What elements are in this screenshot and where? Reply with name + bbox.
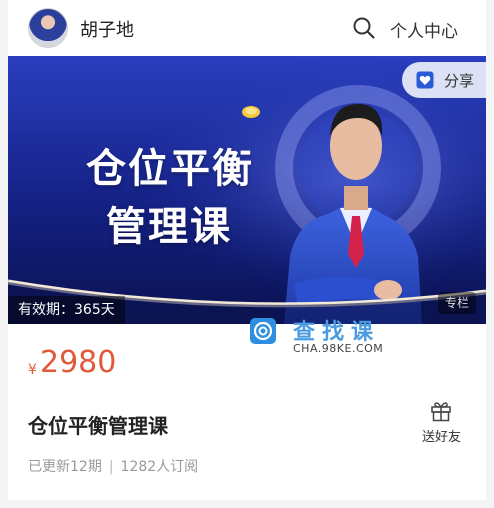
course-card: 胡子地 个人中心 仓位平衡 管理课 分享 有效期：365天 专栏 查找课 CHA… xyxy=(8,0,486,500)
course-stats: 已更新12期 | 1282人订阅 xyxy=(28,456,198,476)
subscriber-count: 1282人订阅 xyxy=(120,459,199,475)
search-icon[interactable] xyxy=(352,16,376,40)
top-bar: 胡子地 个人中心 xyxy=(8,0,486,56)
column-tag: 专栏 xyxy=(437,292,476,314)
course-title: 仓位平衡管理课 xyxy=(28,414,168,438)
banner-title-line2: 管理课 xyxy=(106,204,232,250)
gift-icon xyxy=(431,402,451,422)
gift-label: 送好友 xyxy=(422,430,462,445)
share-button[interactable]: 分享 xyxy=(402,62,486,98)
price-currency: ¥ xyxy=(28,362,37,378)
course-banner: 仓位平衡 管理课 分享 有效期：365天 专栏 xyxy=(8,56,486,324)
page: 胡子地 个人中心 仓位平衡 管理课 分享 有效期：365天 专栏 查找课 CHA… xyxy=(0,0,494,508)
avatar[interactable] xyxy=(28,8,68,48)
watermark-url: CHA.98KE.COM xyxy=(293,342,384,355)
watermark-logo-icon xyxy=(250,318,276,344)
user-center-link[interactable]: 个人中心 xyxy=(390,17,458,42)
validity-badge: 有效期：365天 xyxy=(8,296,125,324)
update-count: 已更新12期 xyxy=(28,459,102,475)
gift-friend-button[interactable]: 送好友 xyxy=(416,400,468,445)
banner-title-line1: 仓位平衡 xyxy=(86,146,254,192)
price-value: 2980 xyxy=(40,345,117,380)
share-label: 分享 xyxy=(444,72,475,90)
heart-icon xyxy=(416,71,434,89)
stats-divider: | xyxy=(108,459,114,475)
author-name[interactable]: 胡子地 xyxy=(80,16,134,42)
